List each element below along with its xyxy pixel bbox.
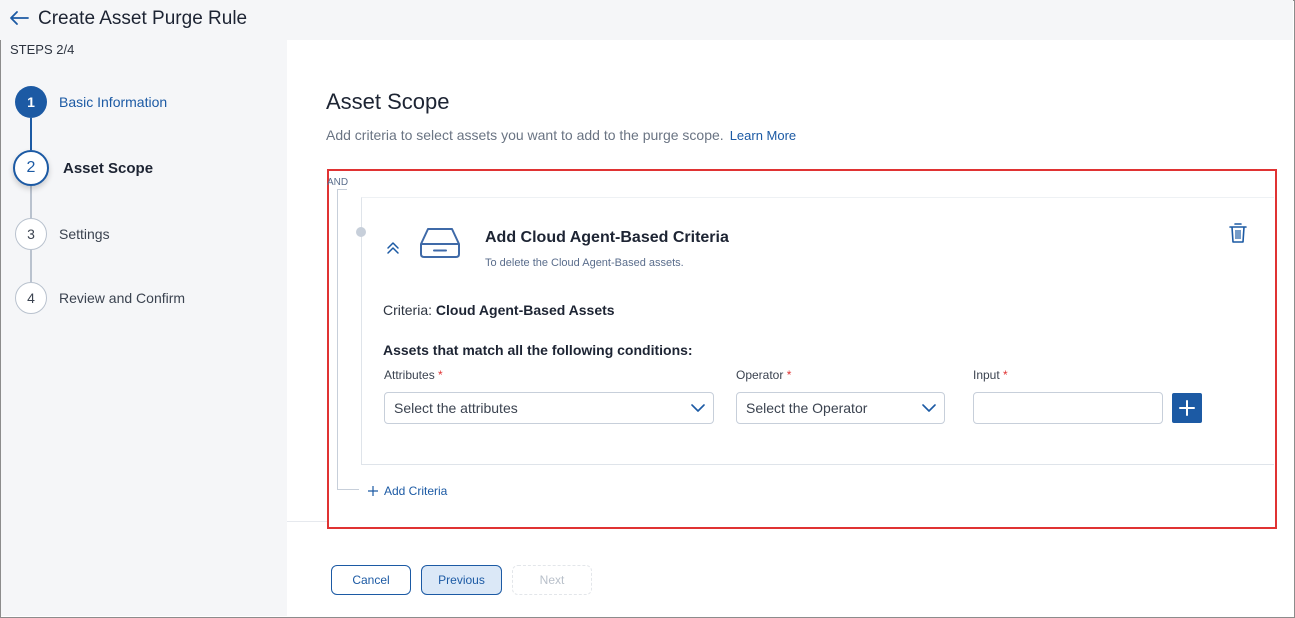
attributes-select[interactable]: Select the attributes (384, 392, 714, 424)
steps-panel: STEPS 2/4 1 Basic Information 2 Asset Sc… (1, 40, 287, 616)
step-label: Settings (59, 226, 110, 242)
step-number: 4 (15, 282, 47, 314)
step-basic-information[interactable]: 1 Basic Information (15, 86, 167, 118)
criteria-value: Cloud Agent-Based Assets (435, 302, 615, 318)
add-condition-button[interactable] (1172, 393, 1202, 423)
attributes-label: Attributes * (384, 368, 443, 382)
operator-select-placeholder: Select the Operator (746, 400, 868, 416)
step-asset-scope[interactable]: 2 Asset Scope (13, 150, 153, 186)
step-label: Basic Information (59, 94, 168, 110)
learn-more-link[interactable]: Learn More (730, 128, 796, 143)
step-label: Review and Confirm (59, 290, 186, 306)
tree-line (337, 189, 347, 190)
section-title: Asset Scope (326, 89, 450, 114)
step-settings[interactable]: 3 Settings (15, 218, 110, 250)
step-number: 2 (13, 150, 49, 186)
steps-progress-label: STEPS 2/4 (10, 42, 75, 57)
step-review-and-confirm[interactable]: 4 Review and Confirm (15, 282, 185, 314)
add-criteria-link[interactable]: Add Criteria (368, 484, 447, 498)
input-field[interactable] (973, 392, 1163, 424)
operator-select[interactable]: Select the Operator (736, 392, 945, 424)
conditions-title: Assets that match all the following cond… (383, 342, 693, 358)
operator-label-text: Operator (736, 368, 784, 382)
step-number: 3 (15, 218, 47, 250)
step-label: Asset Scope (63, 159, 154, 177)
section-subtitle: Add criteria to select assets you want t… (326, 127, 796, 143)
required-mark: * (786, 368, 792, 382)
criteria-card-description: To delete the Cloud Agent-Based assets. (485, 257, 684, 269)
add-criteria-label: Add Criteria (384, 484, 448, 498)
trash-icon[interactable] (1229, 222, 1247, 244)
back-arrow-icon[interactable] (8, 8, 30, 28)
required-mark: * (1003, 368, 1008, 382)
drive-icon (420, 228, 460, 258)
logic-operator-label: AND (327, 177, 349, 188)
chevron-double-up-icon[interactable] (385, 240, 401, 256)
input-label-text: Input (973, 368, 1000, 382)
tree-node-dot (356, 227, 366, 237)
page-title: Create Asset Purge Rule (38, 8, 248, 29)
input-label: Input * (973, 368, 1008, 382)
step-number: 1 (15, 86, 47, 118)
step-connector (30, 186, 32, 218)
chevron-down-icon (922, 404, 936, 412)
divider (287, 521, 327, 522)
chevron-down-icon (691, 404, 705, 412)
section-subtitle-text: Add criteria to select assets you want t… (326, 127, 724, 143)
page-header: Create Asset Purge Rule (0, 0, 1293, 40)
tree-line (337, 489, 359, 490)
criteria-summary: Criteria: Cloud Agent-Based Assets (383, 302, 615, 318)
required-mark: * (438, 368, 443, 382)
previous-button[interactable]: Previous (421, 565, 502, 595)
plus-icon (368, 486, 378, 496)
operator-label: Operator * (736, 368, 791, 382)
criteria-card-title: Add Cloud Agent-Based Criteria (485, 229, 729, 246)
criteria-prefix: Criteria: (383, 302, 433, 318)
cancel-button[interactable]: Cancel (331, 565, 411, 595)
step-connector (30, 118, 32, 150)
plus-icon (1179, 400, 1195, 416)
tree-line (337, 189, 338, 490)
attributes-select-placeholder: Select the attributes (394, 400, 518, 416)
step-connector (30, 250, 32, 282)
next-button[interactable]: Next (512, 565, 592, 595)
attributes-label-text: Attributes (384, 368, 435, 382)
